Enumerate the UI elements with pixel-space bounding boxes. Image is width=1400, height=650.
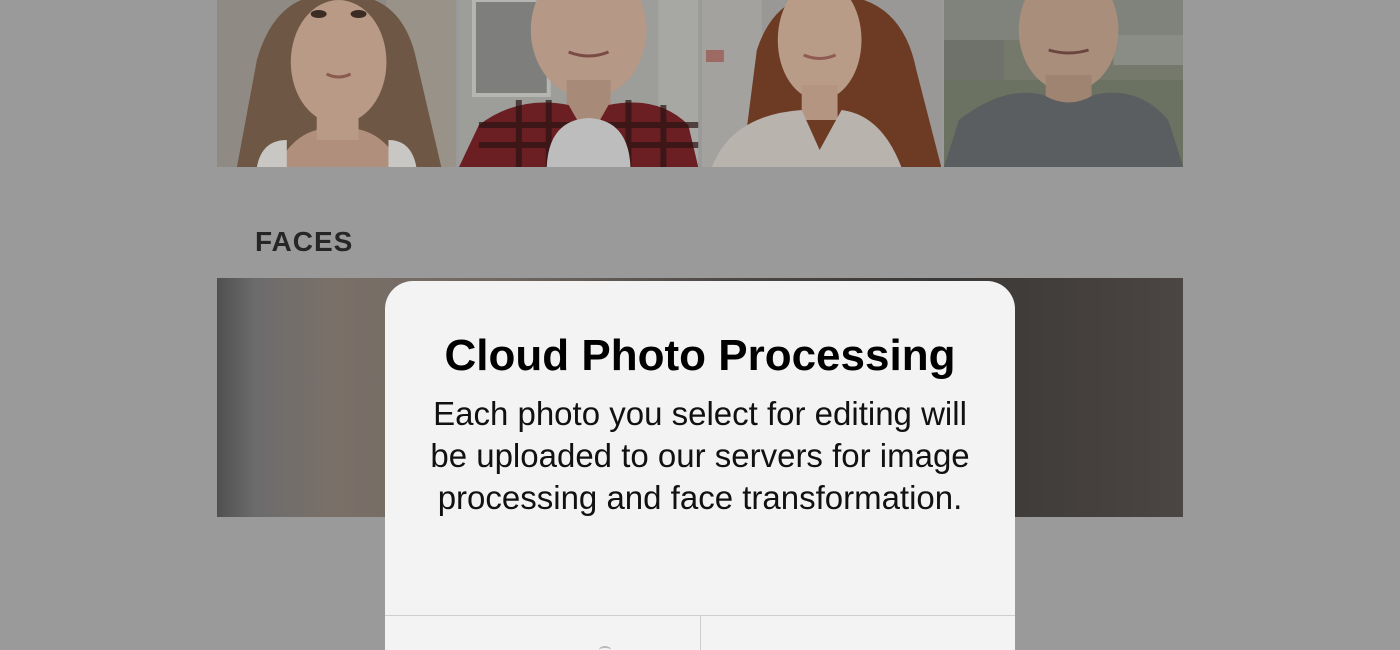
woman-red-hair-photo-image (701, 0, 941, 167)
man-plaid-shirt-photo-image (459, 0, 699, 167)
alert-message: Each photo you select for editing will b… (430, 395, 970, 516)
app-screen: FACES Cloud Photo Processing Each photo … (0, 0, 1400, 650)
alert-title: Cloud Photo Processing (444, 331, 956, 380)
alert-button-label-fragment (599, 646, 611, 650)
man-plaid-shirt-photo[interactable] (459, 0, 699, 167)
man-gray-sweater-photo[interactable] (943, 0, 1183, 167)
faces-section-title: FACES (255, 226, 354, 257)
alert-button-row (385, 616, 1015, 650)
man-gray-sweater-photo-image (943, 0, 1183, 167)
alert-button-right[interactable] (699, 616, 1016, 650)
alert-button-left[interactable] (385, 616, 700, 650)
photo-strip (217, 0, 1183, 167)
cloud-processing-alert: Cloud Photo Processing Each photo you se… (385, 281, 1015, 650)
woman-red-hair-photo[interactable] (701, 0, 941, 167)
woman-blonde-photo[interactable] (217, 0, 457, 167)
woman-blonde-photo-image (217, 0, 457, 167)
